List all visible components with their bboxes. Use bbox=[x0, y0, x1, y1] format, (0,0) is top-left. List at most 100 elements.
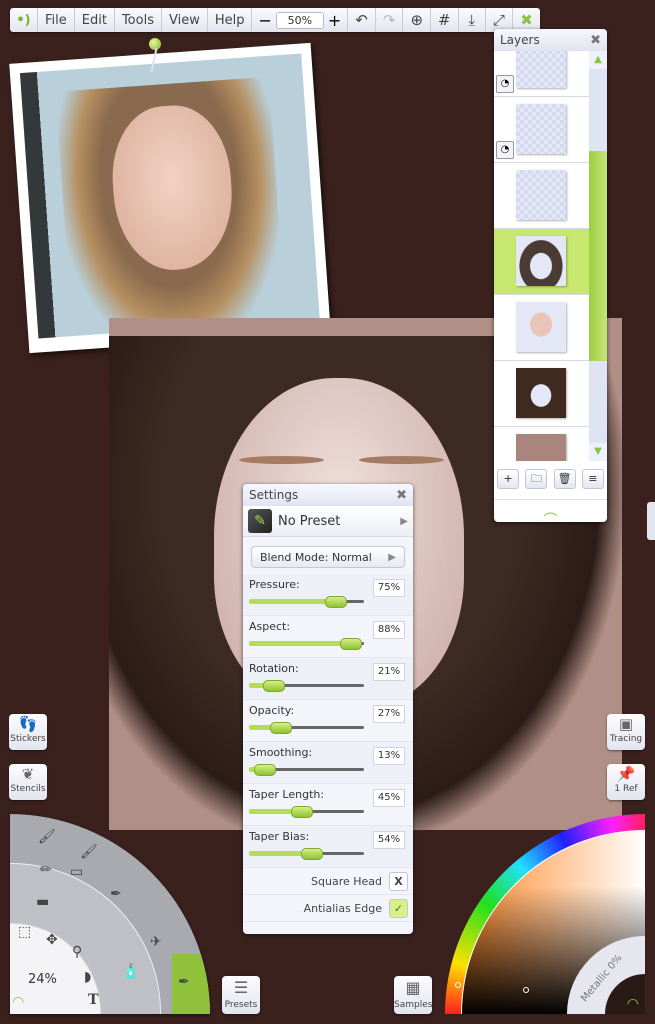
slider-track[interactable] bbox=[249, 722, 364, 734]
slider-value[interactable]: 75% bbox=[373, 579, 405, 597]
color-marker[interactable] bbox=[523, 987, 529, 993]
slider-value[interactable]: 13% bbox=[373, 747, 405, 765]
presets-button[interactable]: ☰ Presets bbox=[222, 976, 260, 1014]
tool-wheel[interactable]: 🖌 🖌 ✏ ▭ ▬ ✒ ⬚ ✥ ⚲ ◗ T 🧴 ✈ ✒ 24% ◠ bbox=[10, 814, 210, 1014]
references-label: 1 Ref bbox=[614, 784, 638, 794]
edge-tab-handle[interactable] bbox=[647, 502, 655, 540]
tube-icon[interactable]: ▬ bbox=[36, 894, 49, 910]
hue-marker[interactable] bbox=[455, 982, 461, 988]
ink-pen-icon[interactable]: ✒ bbox=[178, 974, 190, 990]
slider-track[interactable] bbox=[249, 596, 364, 608]
folder-icon[interactable]: 🗀 bbox=[525, 469, 548, 489]
layer-menu-icon[interactable]: ≡ bbox=[581, 469, 604, 489]
slider-value[interactable]: 27% bbox=[373, 705, 405, 723]
zoom-control: − 50% + bbox=[252, 8, 349, 32]
fill-icon[interactable]: ◗ bbox=[84, 969, 91, 985]
stickers-button[interactable]: 👣 Stickers bbox=[9, 714, 47, 750]
slider-fill bbox=[249, 641, 351, 646]
preset-selector[interactable]: ✎ No Preset ▶ bbox=[243, 506, 413, 537]
clock-icon[interactable]: ◔ bbox=[496, 75, 514, 93]
menu-view[interactable]: View bbox=[162, 8, 208, 32]
slider-value[interactable]: 21% bbox=[373, 663, 405, 681]
antialias-edge-checkbox[interactable]: ✓ bbox=[389, 898, 408, 918]
layer-item[interactable] bbox=[494, 295, 589, 361]
slider-knob[interactable] bbox=[340, 638, 363, 650]
presets-label: Presets bbox=[224, 1000, 258, 1010]
airbrush-icon[interactable]: ✈ bbox=[150, 934, 162, 950]
slider-label: Aspect: bbox=[249, 620, 291, 633]
slider-knob[interactable] bbox=[263, 680, 286, 692]
samples-label: Samples bbox=[394, 1000, 433, 1010]
redo-icon[interactable]: ↷ bbox=[376, 8, 404, 32]
slider-knob[interactable] bbox=[325, 596, 348, 608]
canvas-brow-right bbox=[359, 456, 444, 464]
color-picker[interactable]: Metallic 0% ◠ bbox=[445, 814, 645, 1014]
square-head-checkbox[interactable]: X bbox=[389, 871, 408, 891]
slider-knob[interactable] bbox=[270, 722, 293, 734]
brush-size-value[interactable]: 24% bbox=[28, 972, 57, 987]
slider-track[interactable] bbox=[249, 848, 364, 860]
close-icon[interactable]: ✖ bbox=[590, 33, 601, 48]
undo-icon[interactable]: ↶ bbox=[348, 8, 376, 32]
slider-track[interactable] bbox=[249, 638, 364, 650]
pen-icon[interactable]: ✒ bbox=[110, 886, 122, 902]
menu-file[interactable]: File bbox=[38, 8, 75, 32]
app-logo-icon[interactable]: •) bbox=[10, 8, 38, 32]
paint-bottle-icon[interactable]: 🧴 bbox=[122, 964, 139, 980]
tracing-button[interactable]: ▣ Tracing bbox=[607, 714, 645, 750]
color-wheel-handle-icon[interactable]: ◠ bbox=[627, 996, 639, 1012]
text-tool-icon[interactable]: T bbox=[88, 992, 98, 1008]
close-icon[interactable]: ✖ bbox=[396, 488, 407, 503]
pencil-icon[interactable]: ✏ bbox=[40, 862, 52, 878]
brush-settings-panel: Settings ✖ ✎ No Preset ▶ Blend Mode: Nor… bbox=[243, 484, 413, 934]
blend-mode-button[interactable]: Blend Mode: Normal ▶ bbox=[251, 546, 405, 568]
layer-item[interactable] bbox=[494, 427, 589, 461]
menu-help[interactable]: Help bbox=[208, 8, 253, 32]
collapse-handle-icon[interactable]: ︵ bbox=[494, 499, 607, 522]
slider-track[interactable] bbox=[249, 680, 364, 692]
zoom-out-button[interactable]: − bbox=[258, 11, 271, 30]
layer-tools: + 🗀 🗑 ≡ bbox=[494, 469, 607, 489]
layer-thumbnail bbox=[516, 368, 566, 418]
zoom-in-button[interactable]: + bbox=[328, 11, 341, 30]
layers-scrollbar[interactable]: ▲ ▼ bbox=[589, 51, 607, 461]
clock-icon[interactable]: ◔ bbox=[496, 141, 514, 159]
reference-image[interactable] bbox=[9, 42, 331, 354]
menu-tools[interactable]: Tools bbox=[115, 8, 162, 32]
slider-track[interactable] bbox=[249, 764, 364, 776]
slider-track[interactable] bbox=[249, 806, 364, 818]
symmetry-icon[interactable]: ⊕ bbox=[403, 8, 432, 32]
download-icon[interactable]: ⤓ bbox=[459, 8, 486, 32]
slider-knob[interactable] bbox=[253, 764, 276, 776]
transform-icon[interactable]: ✥ bbox=[46, 932, 58, 948]
layer-item[interactable]: ◔ bbox=[494, 97, 589, 163]
stencils-label: Stencils bbox=[10, 784, 46, 794]
slider-value[interactable]: 88% bbox=[373, 621, 405, 639]
layer-item[interactable] bbox=[494, 163, 589, 229]
zoom-level-field[interactable]: 50% bbox=[275, 11, 324, 29]
selection-icon[interactable]: ⬚ bbox=[18, 924, 31, 940]
references-button[interactable]: 📌 1 Ref bbox=[607, 764, 645, 800]
stencils-button[interactable]: ❦ Stencils bbox=[9, 764, 47, 800]
slider-value[interactable]: 54% bbox=[373, 831, 405, 849]
slider-knob[interactable] bbox=[290, 806, 313, 818]
scroll-down-icon[interactable]: ▼ bbox=[589, 443, 607, 461]
menu-edit[interactable]: Edit bbox=[75, 8, 115, 32]
eyedropper-icon[interactable]: ⚲ bbox=[72, 944, 82, 960]
paintbrush-icon[interactable]: 🖌 bbox=[38, 829, 56, 845]
brush-icon[interactable]: 🖌 bbox=[80, 844, 98, 860]
scroll-thumb[interactable] bbox=[589, 151, 607, 361]
wheel-handle-icon[interactable]: ◠ bbox=[12, 994, 24, 1010]
add-layer-button[interactable]: + bbox=[497, 469, 520, 489]
antialias-edge-label: Antialias Edge bbox=[303, 901, 382, 915]
layer-item[interactable]: ◔ bbox=[494, 51, 589, 97]
slider-knob[interactable] bbox=[301, 848, 324, 860]
trash-icon[interactable]: 🗑 bbox=[553, 469, 576, 489]
layer-item[interactable] bbox=[494, 361, 589, 427]
samples-button[interactable]: ▦ Samples bbox=[394, 976, 432, 1014]
grid-icon[interactable]: # bbox=[431, 8, 459, 32]
layer-item-selected[interactable] bbox=[494, 229, 589, 295]
eraser-icon[interactable]: ▭ bbox=[70, 864, 83, 880]
slider-value[interactable]: 45% bbox=[373, 789, 405, 807]
scroll-up-icon[interactable]: ▲ bbox=[589, 51, 607, 69]
